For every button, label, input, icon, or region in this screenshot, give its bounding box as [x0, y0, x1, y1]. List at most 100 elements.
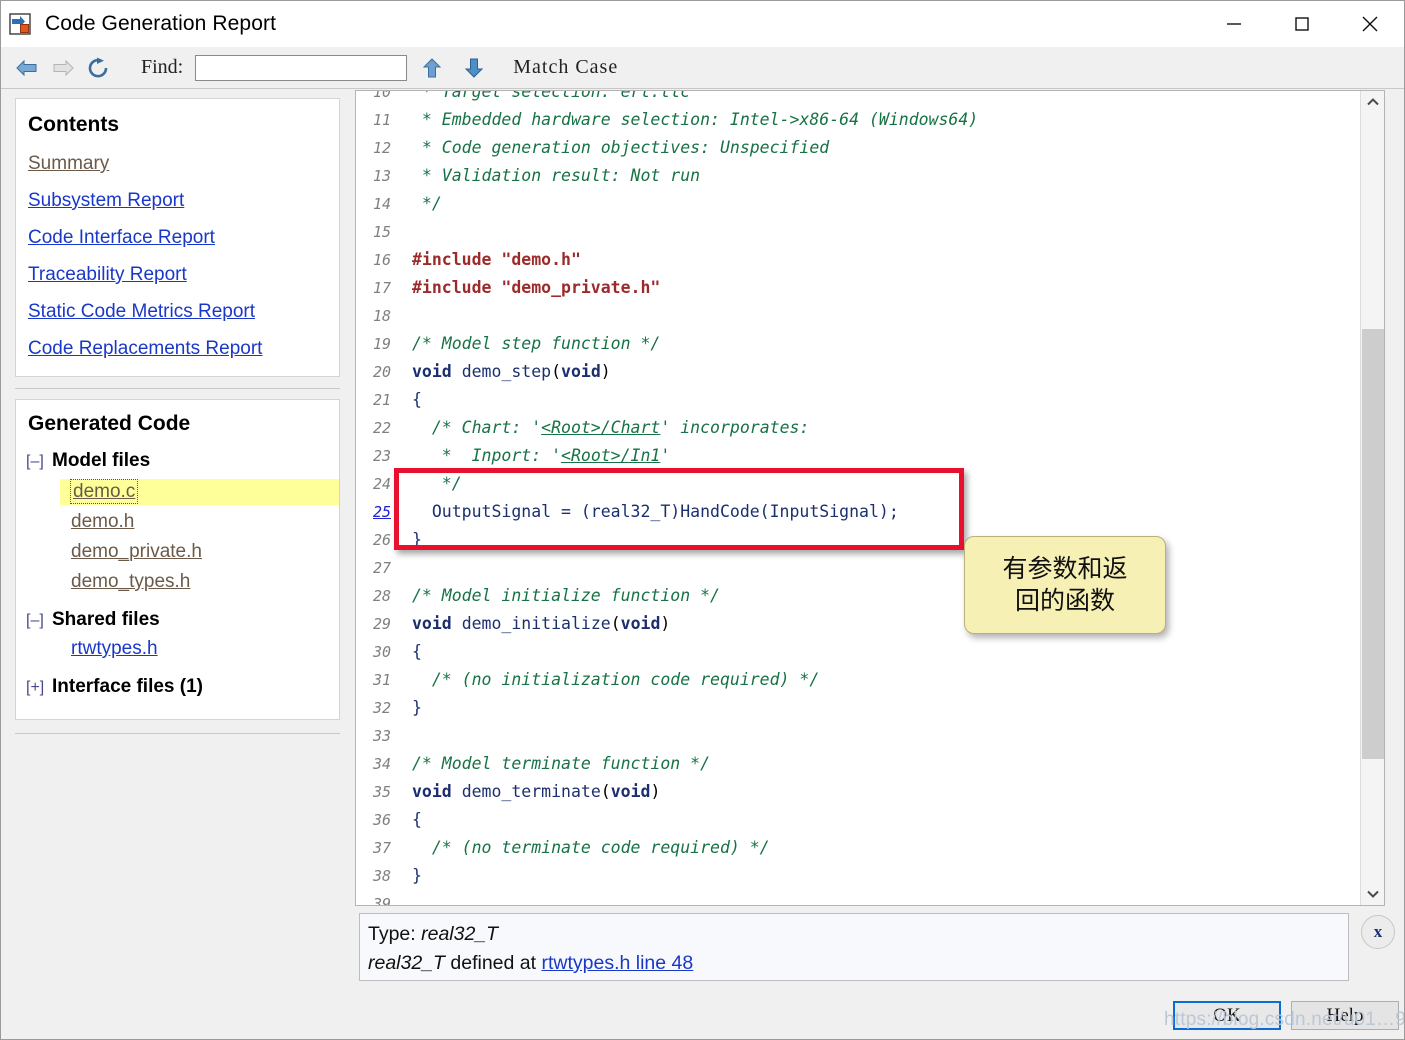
- code-line: 11 * Embedded hardware selection: Intel-…: [356, 106, 1362, 134]
- code-line: 12 * Code generation objectives: Unspeci…: [356, 134, 1362, 162]
- line-number: 37: [372, 839, 391, 857]
- arrow-up-icon[interactable]: [415, 53, 449, 83]
- code-line-text: */: [412, 474, 462, 493]
- watermark-text: https://blog.csdn.net/u01…925: [1164, 1009, 1405, 1030]
- code-line-text: * Target selection: ert.tlc: [412, 91, 691, 101]
- scroll-up-button[interactable]: [1361, 91, 1384, 113]
- maximize-button[interactable]: [1268, 1, 1336, 47]
- code-line: 18: [356, 302, 1362, 330]
- tree-group-label: Interface files (1): [52, 676, 203, 697]
- window-title: Code Generation Report: [45, 12, 277, 35]
- type-info-mid: defined at: [444, 952, 542, 974]
- tree-item-demo-types-h[interactable]: demo_types.h: [16, 571, 339, 593]
- code-line: 20 void demo_step(void): [356, 358, 1362, 386]
- type-definition-link[interactable]: rtwtypes.h line 48: [541, 952, 693, 974]
- tree-item-label: demo_private.h: [71, 541, 202, 562]
- code-line-text: /* (no initialization code required) */: [412, 670, 820, 689]
- back-arrow-icon[interactable]: [9, 53, 45, 83]
- code-line: 29 void demo_initialize(void): [356, 610, 1362, 638]
- line-number: 10: [372, 91, 391, 101]
- tree-item-demo-h[interactable]: demo.h: [16, 511, 339, 533]
- line-number: 26: [372, 531, 391, 549]
- line-number: 28: [372, 587, 391, 605]
- contents-card: Contents Summary Subsystem Report Code I…: [15, 98, 340, 377]
- code-line-text: /* Model terminate function */: [412, 754, 711, 773]
- code-line-text: /* Model initialize function */: [412, 586, 720, 605]
- line-number: 36: [372, 811, 391, 829]
- refresh-icon[interactable]: [81, 53, 117, 83]
- code-line: 38}: [356, 862, 1362, 890]
- sidebar: Contents Summary Subsystem Report Code I…: [2, 90, 353, 900]
- line-number: 23: [372, 447, 391, 465]
- close-button[interactable]: [1336, 1, 1404, 47]
- code-line: 24 */: [356, 470, 1362, 498]
- tree-item-demo-c[interactable]: demo.c: [60, 479, 339, 505]
- code-line: 34 /* Model terminate function */: [356, 750, 1362, 778]
- sidebar-link-summary[interactable]: Summary: [16, 153, 339, 175]
- arrow-down-icon[interactable]: [457, 53, 491, 83]
- code-line-text: {: [412, 810, 422, 829]
- tree-group-shared-files[interactable]: [–] Shared files: [16, 609, 339, 631]
- code-generation-report-window: Code Generation Report Find: Match Case …: [0, 0, 1405, 1040]
- scroll-down-button[interactable]: [1361, 883, 1384, 905]
- code-line-text: {: [412, 390, 422, 409]
- line-number: 29: [372, 615, 391, 633]
- code-viewer: 10 * Target selection: ert.tlc 11 * Embed…: [355, 90, 1385, 906]
- sidebar-link-traceability-report[interactable]: Traceability Report: [16, 264, 339, 286]
- search-input[interactable]: [195, 54, 408, 81]
- code-line-text: void demo_step(void): [412, 362, 611, 381]
- sidebar-link-code-replacements-report[interactable]: Code Replacements Report: [16, 338, 339, 360]
- collapse-toggle-icon[interactable]: [–]: [26, 612, 52, 630]
- find-label: Find:: [141, 56, 184, 78]
- code-line-text: }: [412, 530, 422, 549]
- tree-item-demo-private-h[interactable]: demo_private.h: [16, 541, 339, 563]
- code-line: 39: [356, 890, 1362, 905]
- collapse-toggle-icon[interactable]: [–]: [26, 453, 52, 471]
- code-line: 28 /* Model initialize function */: [356, 582, 1362, 610]
- tree-group-model-files[interactable]: [–] Model files: [16, 450, 339, 472]
- generated-code-tree: [–] Model files demo.c demo.h demo_priva…: [16, 450, 339, 698]
- line-number: 18: [372, 307, 391, 325]
- code-line: 25 OutputSignal = (real32_T)HandCode(Inp…: [356, 498, 1362, 526]
- line-number: 27: [372, 559, 391, 577]
- code-line: 21 {: [356, 386, 1362, 414]
- sidebar-link-static-code-metrics-report[interactable]: Static Code Metrics Report: [16, 301, 339, 323]
- title-bar: Code Generation Report: [1, 1, 1404, 47]
- code-line-text: * Code generation objectives: Unspecifie…: [412, 138, 830, 157]
- vertical-scrollbar[interactable]: [1360, 91, 1384, 905]
- code-line: 35 void demo_terminate(void): [356, 778, 1362, 806]
- line-number: 32: [372, 699, 391, 717]
- tree-item-label: rtwtypes.h: [71, 638, 158, 659]
- sidebar-link-subsystem-report[interactable]: Subsystem Report: [16, 190, 339, 212]
- tree-group-label: Model files: [52, 450, 151, 471]
- code-line: 17 #include "demo_private.h": [356, 274, 1362, 302]
- close-type-info-button[interactable]: x: [1361, 915, 1395, 949]
- line-number[interactable]: 25: [356, 498, 400, 526]
- code-line: 32}: [356, 694, 1362, 722]
- tree-item-rtwtypes-h[interactable]: rtwtypes.h: [16, 638, 339, 660]
- minimize-button[interactable]: [1200, 1, 1268, 47]
- type-info-type: real32_T: [421, 923, 499, 945]
- line-number: 20: [372, 363, 391, 381]
- code-line: 16 #include "demo.h": [356, 246, 1362, 274]
- code-line: 36 {: [356, 806, 1362, 834]
- code-line-text: * Embedded hardware selection: Intel->x8…: [412, 110, 979, 129]
- generated-code-heading: Generated Code: [28, 412, 191, 435]
- match-case-label[interactable]: Match Case: [513, 56, 618, 79]
- tree-group-interface-files[interactable]: [+] Interface files (1): [16, 676, 339, 698]
- expand-toggle-icon[interactable]: [+]: [26, 679, 52, 697]
- tree-item-label: demo_types.h: [71, 571, 191, 592]
- code-line: 26}: [356, 526, 1362, 554]
- scrollbar-thumb[interactable]: [1362, 329, 1384, 759]
- sidebar-link-code-interface-report[interactable]: Code Interface Report: [16, 227, 339, 249]
- toolbar: Find: Match Case: [1, 47, 1404, 89]
- code-line: 10 * Target selection: ert.tlc: [356, 91, 1362, 106]
- line-number: 30: [372, 643, 391, 661]
- code-line: 33: [356, 722, 1362, 750]
- line-number: 34: [372, 755, 391, 773]
- code-listing[interactable]: 10 * Target selection: ert.tlc 11 * Embed…: [356, 91, 1362, 905]
- code-line-text: void demo_terminate(void): [412, 782, 661, 801]
- code-line: 22 /* Chart: '<Root>/Chart' incorporates…: [356, 414, 1362, 442]
